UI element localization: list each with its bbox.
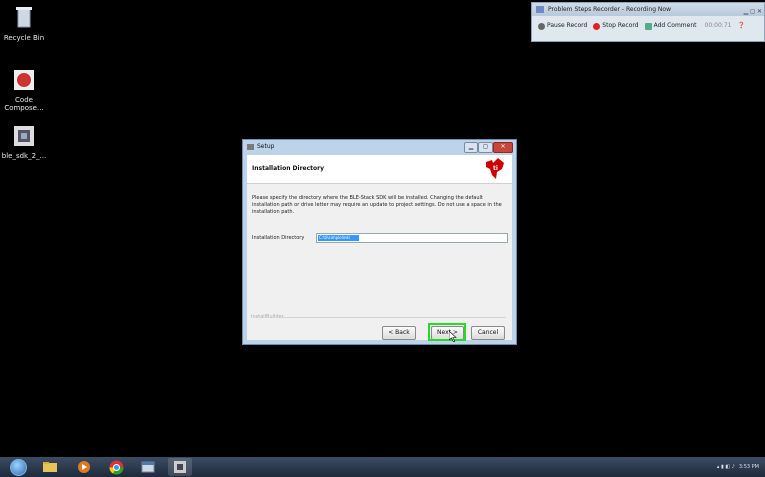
divider	[277, 317, 506, 318]
system-tray: ▴ ▮ ◧ ♪ 3:53 PM	[717, 457, 759, 477]
dialog-header: Installation Directory ti	[247, 155, 512, 184]
install-dir-input[interactable]: C:\ti\simplelink\	[316, 233, 508, 243]
cancel-button[interactable]: Cancel	[471, 326, 505, 340]
media-player-icon	[78, 461, 90, 473]
recorder-icon	[536, 6, 544, 13]
start-button[interactable]	[6, 458, 30, 476]
install-dir-value: C:\ti\simplelink\	[318, 235, 359, 241]
recording-timer: 00:00:71	[704, 22, 732, 29]
install-dir-label: Installation Directory	[252, 235, 305, 241]
desktop-icon-label: Recycle Bin	[3, 34, 45, 42]
install-description: Please specify the directory where the B…	[252, 195, 502, 215]
code-composer-icon	[10, 66, 38, 94]
taskbar: ▴ ▮ ◧ ♪ 3:53 PM	[0, 457, 765, 477]
recycle-bin-icon	[10, 4, 38, 32]
desktop-icon-recycle-bin[interactable]: Recycle Bin	[0, 4, 48, 42]
taskbar-installer[interactable]	[168, 458, 192, 476]
pause-icon	[538, 22, 545, 30]
clock[interactable]: 3:53 PM	[739, 457, 759, 477]
installer-icon	[10, 122, 38, 150]
stop-record-button[interactable]: Stop Record	[593, 16, 639, 36]
next-button-highlight	[428, 323, 466, 341]
explorer-icon	[43, 462, 57, 472]
setup-titlebar: Setup ▁ ◻ ✕	[243, 140, 516, 154]
add-comment-label: Add Comment	[653, 22, 697, 29]
pause-record-label: Pause Record	[547, 22, 588, 29]
comment-icon	[644, 22, 652, 30]
stop-record-label: Stop Record	[602, 22, 639, 29]
minimize-button[interactable]: ▁	[464, 142, 478, 153]
maximize-button[interactable]: ◻	[478, 142, 493, 153]
steps-recorder-title: Problem Steps Recorder - Recording Now	[548, 6, 671, 13]
steps-recorder-window: Problem Steps Recorder - Recording Now ▁…	[531, 2, 765, 42]
desktop-icon-ble-sdk[interactable]: ble_sdk_2_...	[0, 122, 48, 160]
add-comment-button[interactable]: Add Comment	[644, 16, 697, 36]
steps-recorder-titlebar: Problem Steps Recorder - Recording Now ▁…	[532, 3, 764, 16]
ti-logo-icon: ti	[486, 158, 504, 179]
taskbar-window[interactable]	[136, 458, 160, 476]
stop-icon	[593, 22, 601, 30]
start-orb-icon	[9, 458, 27, 476]
taskbar-chrome[interactable]	[104, 458, 128, 476]
page-title: Installation Directory	[252, 165, 325, 172]
window-icon	[141, 461, 155, 473]
window-controls[interactable]: ▁ ◻ ✕	[744, 5, 762, 18]
mouse-cursor-icon	[449, 331, 457, 342]
tray-icons[interactable]: ▴ ▮ ◧ ♪	[717, 457, 735, 477]
svg-text:ti: ti	[493, 165, 498, 172]
close-button[interactable]: ✕	[493, 142, 513, 153]
setup-window: Setup ▁ ◻ ✕ Installation Directory ti Pl…	[242, 139, 517, 345]
back-button[interactable]: < Back	[382, 326, 416, 340]
pause-record-button[interactable]: Pause Record	[538, 16, 587, 36]
help-icon[interactable]: ❓	[737, 16, 744, 36]
setup-title: Setup	[257, 143, 275, 150]
desktop-icon-label: Code Compose...	[4, 96, 44, 112]
desktop-icon-code-composer[interactable]: Code Compose...	[0, 66, 48, 112]
chrome-icon	[109, 460, 123, 474]
desktop-icon-label: ble_sdk_2_...	[1, 152, 47, 160]
installer-icon	[174, 461, 186, 473]
setup-icon	[247, 144, 254, 150]
taskbar-media-player[interactable]	[72, 458, 96, 476]
taskbar-explorer[interactable]	[38, 458, 62, 476]
